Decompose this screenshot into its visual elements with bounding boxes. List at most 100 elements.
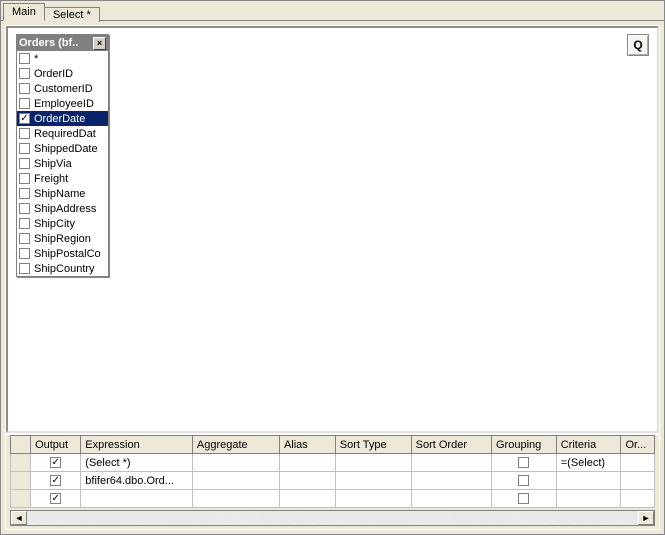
cell-sort-order[interactable]: [411, 472, 491, 490]
criteria-pane: Output Expression Aggregate Alias Sort T…: [6, 433, 659, 508]
cell-sort-order[interactable]: [411, 454, 491, 472]
field-checkbox[interactable]: [19, 53, 30, 64]
scroll-right-icon[interactable]: ►: [638, 511, 654, 525]
cell-alias[interactable]: [279, 472, 335, 490]
cell-or[interactable]: [621, 454, 655, 472]
cell-aggregate[interactable]: [192, 490, 279, 508]
field-checkbox[interactable]: [19, 188, 30, 199]
field-checkbox[interactable]: [19, 203, 30, 214]
field-checkbox[interactable]: [19, 263, 30, 274]
cell-grouping[interactable]: [492, 454, 557, 472]
cell-sort-type[interactable]: [335, 454, 411, 472]
row-header[interactable]: [11, 454, 31, 472]
field-row[interactable]: *: [17, 51, 108, 66]
field-label: ShipPostalCo: [34, 248, 106, 260]
field-checkbox[interactable]: [19, 173, 30, 184]
field-row[interactable]: OrderDate: [17, 111, 108, 126]
col-sort-type[interactable]: Sort Type: [335, 436, 411, 454]
grid-checkbox[interactable]: [518, 475, 529, 486]
field-label: RequiredDat: [34, 128, 106, 140]
cell-criteria[interactable]: [556, 490, 621, 508]
field-checkbox[interactable]: [19, 233, 30, 244]
col-sort-order[interactable]: Sort Order: [411, 436, 491, 454]
field-checkbox[interactable]: [19, 248, 30, 259]
field-checkbox[interactable]: [19, 143, 30, 154]
field-row[interactable]: ShipCountry: [17, 261, 108, 276]
tab-main[interactable]: Main: [3, 3, 45, 21]
cell-aggregate[interactable]: [192, 472, 279, 490]
field-checkbox[interactable]: [19, 83, 30, 94]
cell-grouping[interactable]: [492, 490, 557, 508]
col-aggregate[interactable]: Aggregate: [192, 436, 279, 454]
field-row[interactable]: ShipAddress: [17, 201, 108, 216]
query-button[interactable]: Q: [627, 34, 649, 56]
field-checkbox[interactable]: [19, 218, 30, 229]
cell-expression[interactable]: [81, 490, 193, 508]
horizontal-scrollbar[interactable]: ◄ ►: [10, 510, 655, 526]
cell-output[interactable]: [31, 472, 81, 490]
field-checkbox[interactable]: [19, 158, 30, 169]
scroll-track[interactable]: [27, 511, 638, 525]
field-row[interactable]: ShippedDate: [17, 141, 108, 156]
cell-sort-type[interactable]: [335, 490, 411, 508]
field-checkbox[interactable]: [19, 98, 30, 109]
field-label: ShippedDate: [34, 143, 106, 155]
col-alias[interactable]: Alias: [279, 436, 335, 454]
grid-checkbox[interactable]: [50, 475, 61, 486]
field-label: CustomerID: [34, 83, 106, 95]
field-row[interactable]: ShipRegion: [17, 231, 108, 246]
field-row[interactable]: OrderID: [17, 66, 108, 81]
cell-criteria[interactable]: [556, 472, 621, 490]
criteria-grid[interactable]: Output Expression Aggregate Alias Sort T…: [10, 435, 655, 508]
table-row[interactable]: (Select *) =(Select): [11, 454, 655, 472]
field-row[interactable]: CustomerID: [17, 81, 108, 96]
cell-expression[interactable]: bfifer64.dbo.Ord...: [81, 472, 193, 490]
col-expression[interactable]: Expression: [81, 436, 193, 454]
field-row[interactable]: ShipVia: [17, 156, 108, 171]
field-label: EmployeeID: [34, 98, 106, 110]
col-grouping[interactable]: Grouping: [492, 436, 557, 454]
cell-alias[interactable]: [279, 454, 335, 472]
cell-sort-order[interactable]: [411, 490, 491, 508]
table-row[interactable]: [11, 490, 655, 508]
table-title: Orders (bf..: [19, 37, 78, 49]
field-checkbox[interactable]: [19, 113, 30, 124]
field-checkbox[interactable]: [19, 128, 30, 139]
cell-alias[interactable]: [279, 490, 335, 508]
table-window-orders[interactable]: Orders (bf.. × *OrderID CustomerID Employe…: [16, 34, 109, 277]
field-row[interactable]: EmployeeID: [17, 96, 108, 111]
field-label: *: [34, 53, 106, 65]
field-row[interactable]: ShipPostalCo: [17, 246, 108, 261]
field-row[interactable]: ShipCity: [17, 216, 108, 231]
col-or[interactable]: Or...: [621, 436, 655, 454]
field-row[interactable]: Freight: [17, 171, 108, 186]
cell-sort-type[interactable]: [335, 472, 411, 490]
cell-aggregate[interactable]: [192, 454, 279, 472]
scroll-left-icon[interactable]: ◄: [11, 511, 27, 525]
table-titlebar[interactable]: Orders (bf.. ×: [17, 35, 108, 51]
grid-checkbox[interactable]: [50, 493, 61, 504]
grid-checkbox[interactable]: [518, 457, 529, 468]
grid-checkbox[interactable]: [50, 457, 61, 468]
cell-or[interactable]: [621, 490, 655, 508]
tab-select[interactable]: Select *: [45, 7, 100, 22]
diagram-pane[interactable]: Q Orders (bf.. × *OrderID CustomerID Emplo…: [6, 26, 659, 433]
cell-criteria[interactable]: =(Select): [556, 454, 621, 472]
cell-or[interactable]: [621, 472, 655, 490]
cell-expression[interactable]: (Select *): [81, 454, 193, 472]
cell-output[interactable]: [31, 454, 81, 472]
cell-grouping[interactable]: [492, 472, 557, 490]
field-row[interactable]: ShipName: [17, 186, 108, 201]
col-criteria[interactable]: Criteria: [556, 436, 621, 454]
field-checkbox[interactable]: [19, 68, 30, 79]
close-icon[interactable]: ×: [93, 37, 106, 50]
table-row[interactable]: bfifer64.dbo.Ord...: [11, 472, 655, 490]
field-label: ShipRegion: [34, 233, 106, 245]
field-row[interactable]: RequiredDat: [17, 126, 108, 141]
row-header[interactable]: [11, 472, 31, 490]
col-output[interactable]: Output: [31, 436, 81, 454]
grid-checkbox[interactable]: [518, 493, 529, 504]
cell-output[interactable]: [31, 490, 81, 508]
row-header[interactable]: [11, 490, 31, 508]
tab-strip: Main Select *: [1, 1, 664, 21]
